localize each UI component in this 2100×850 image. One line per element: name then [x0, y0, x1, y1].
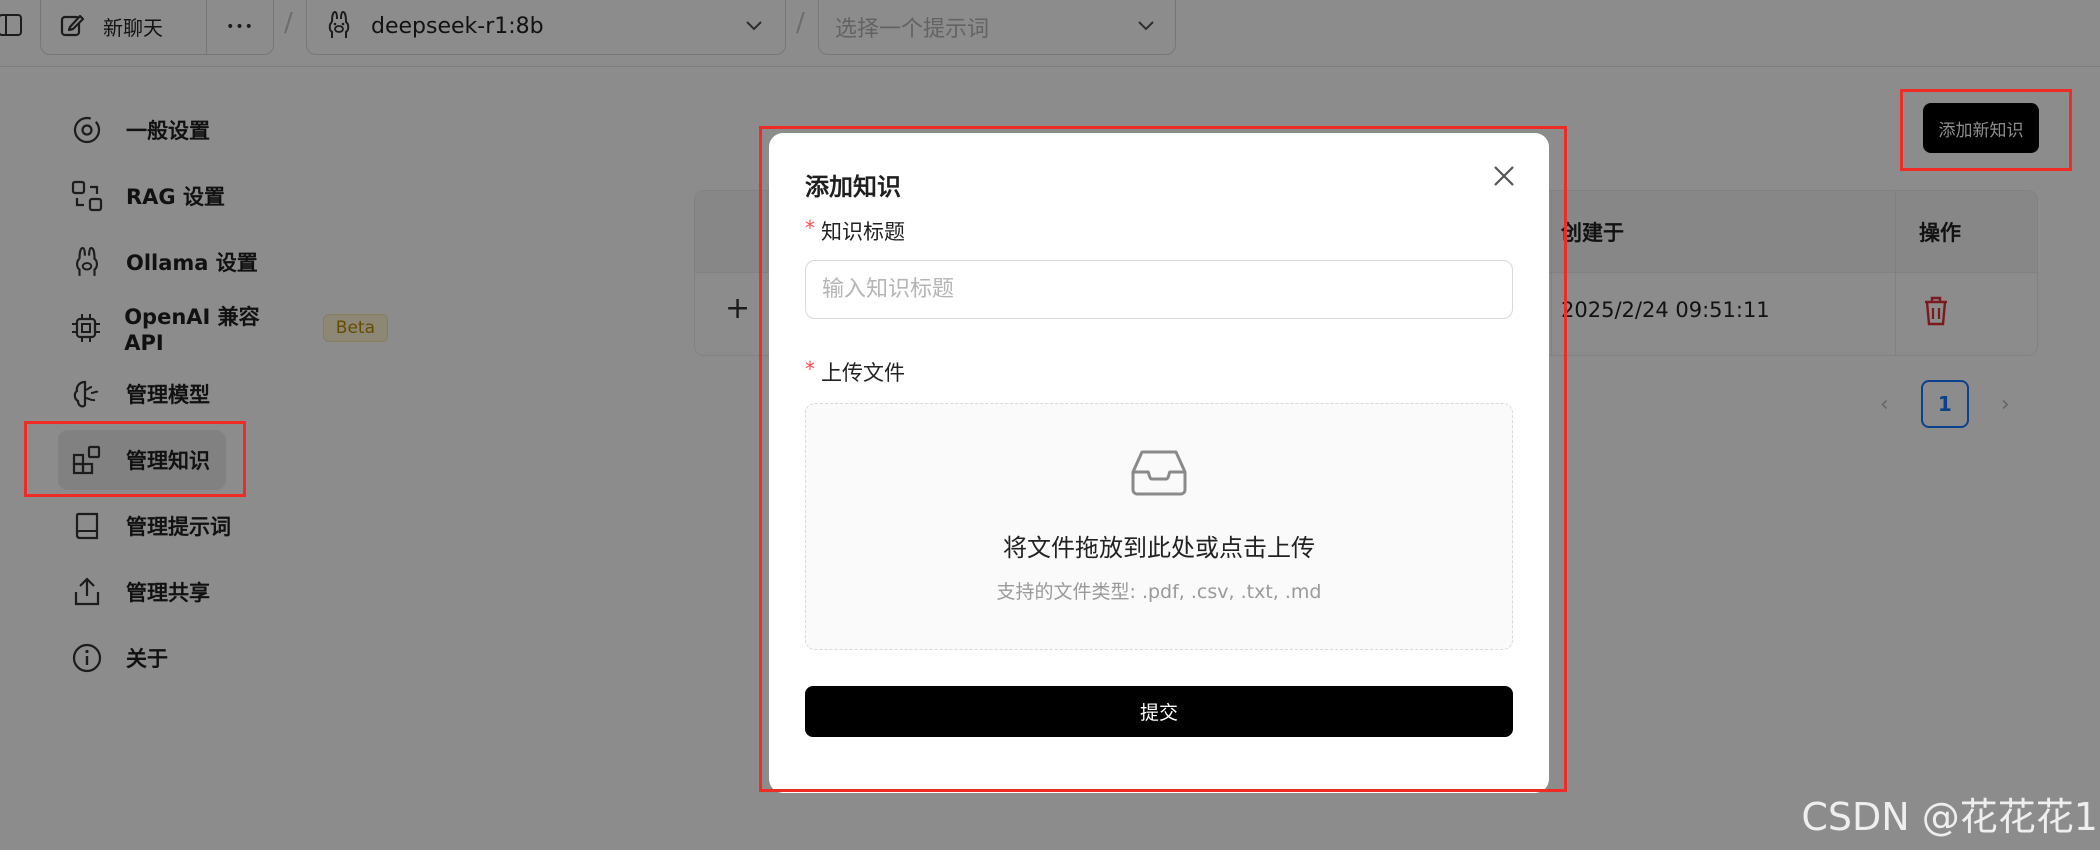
annotation-box-add-button [1900, 89, 2072, 171]
annotation-box-sidebar-knowledge [24, 421, 246, 497]
annotation-box-dialog [759, 126, 1567, 792]
watermark-text: CSDN @花花花1 [1801, 795, 2098, 839]
